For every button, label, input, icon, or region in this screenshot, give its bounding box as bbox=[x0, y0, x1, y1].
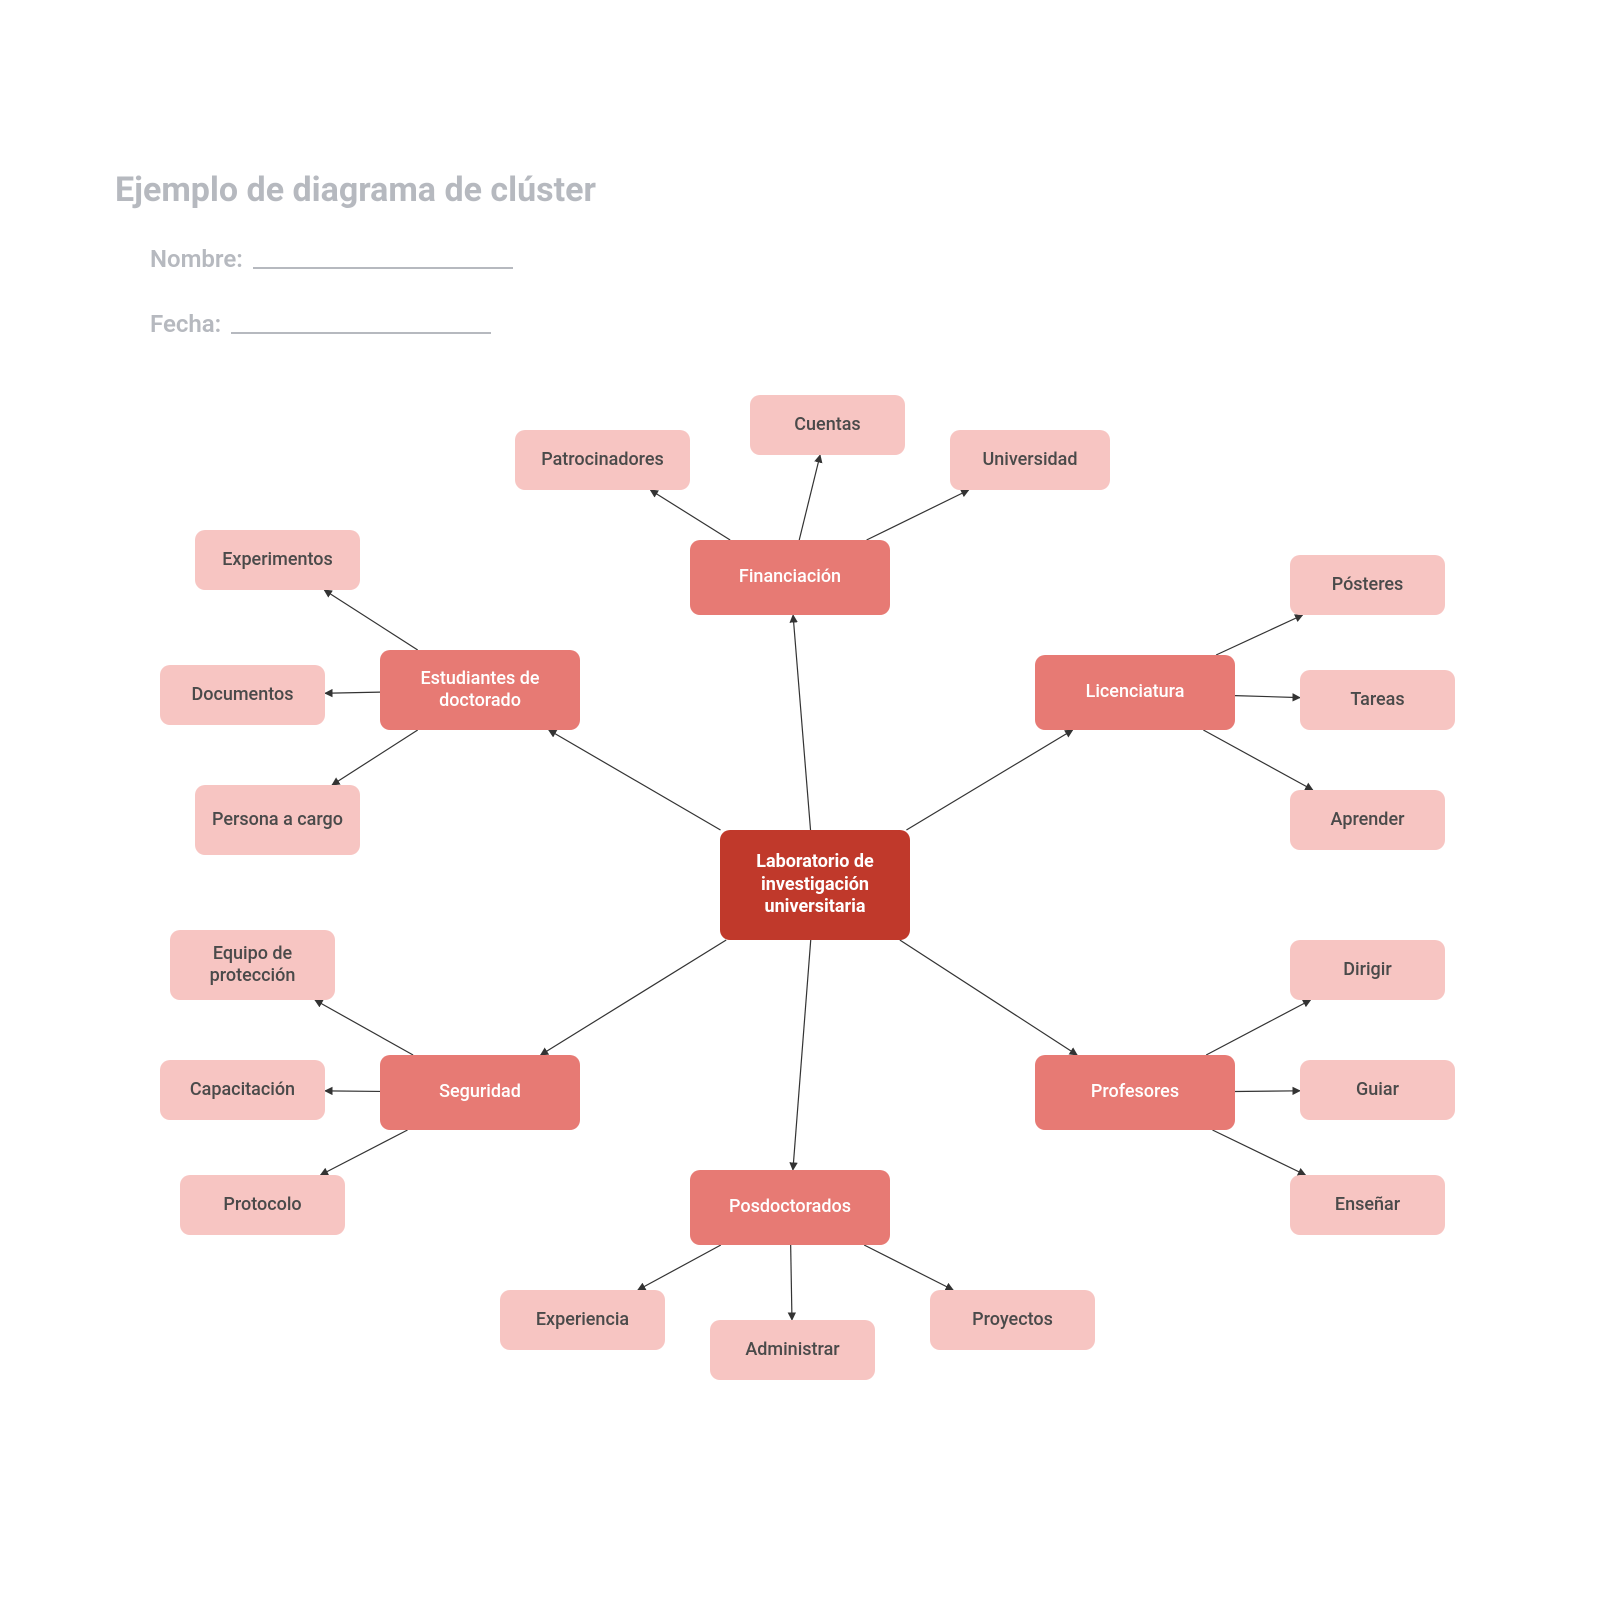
center-node: Laboratorio de investigación universitar… bbox=[720, 830, 910, 940]
date-label: Fecha: bbox=[150, 310, 221, 338]
page-title: Ejemplo de diagrama de clúster bbox=[115, 170, 596, 210]
leaf-proyectos: Proyectos bbox=[930, 1290, 1095, 1350]
leaf-experiencia: Experiencia bbox=[500, 1290, 665, 1350]
leaf-capacitacion: Capacitación bbox=[160, 1060, 325, 1120]
hub-financiacion: Financiación bbox=[690, 540, 890, 615]
name-label: Nombre: bbox=[150, 245, 243, 273]
leaf-equipo-proteccion: Equipo de protección bbox=[170, 930, 335, 1000]
leaf-persona-cargo: Persona a cargo bbox=[195, 785, 360, 855]
name-row: Nombre: bbox=[150, 245, 513, 273]
leaf-universidad: Universidad bbox=[950, 430, 1110, 490]
date-row: Fecha: bbox=[150, 310, 491, 338]
leaf-posteres: Pósteres bbox=[1290, 555, 1445, 615]
hub-seguridad: Seguridad bbox=[380, 1055, 580, 1130]
leaf-cuentas: Cuentas bbox=[750, 395, 905, 455]
leaf-patrocinadores: Patrocinadores bbox=[515, 430, 690, 490]
leaf-guiar: Guiar bbox=[1300, 1060, 1455, 1120]
hub-profesores: Profesores bbox=[1035, 1055, 1235, 1130]
name-input-line[interactable] bbox=[253, 267, 513, 269]
leaf-experimentos: Experimentos bbox=[195, 530, 360, 590]
leaf-ensenar: Enseñar bbox=[1290, 1175, 1445, 1235]
hub-doctorado: Estudiantes de doctorado bbox=[380, 650, 580, 730]
hub-licenciatura: Licenciatura bbox=[1035, 655, 1235, 730]
hub-posdoctorados: Posdoctorados bbox=[690, 1170, 890, 1245]
leaf-aprender: Aprender bbox=[1290, 790, 1445, 850]
date-input-line[interactable] bbox=[231, 332, 491, 334]
leaf-administrar: Administrar bbox=[710, 1320, 875, 1380]
leaf-protocolo: Protocolo bbox=[180, 1175, 345, 1235]
leaf-tareas: Tareas bbox=[1300, 670, 1455, 730]
leaf-documentos: Documentos bbox=[160, 665, 325, 725]
leaf-dirigir: Dirigir bbox=[1290, 940, 1445, 1000]
